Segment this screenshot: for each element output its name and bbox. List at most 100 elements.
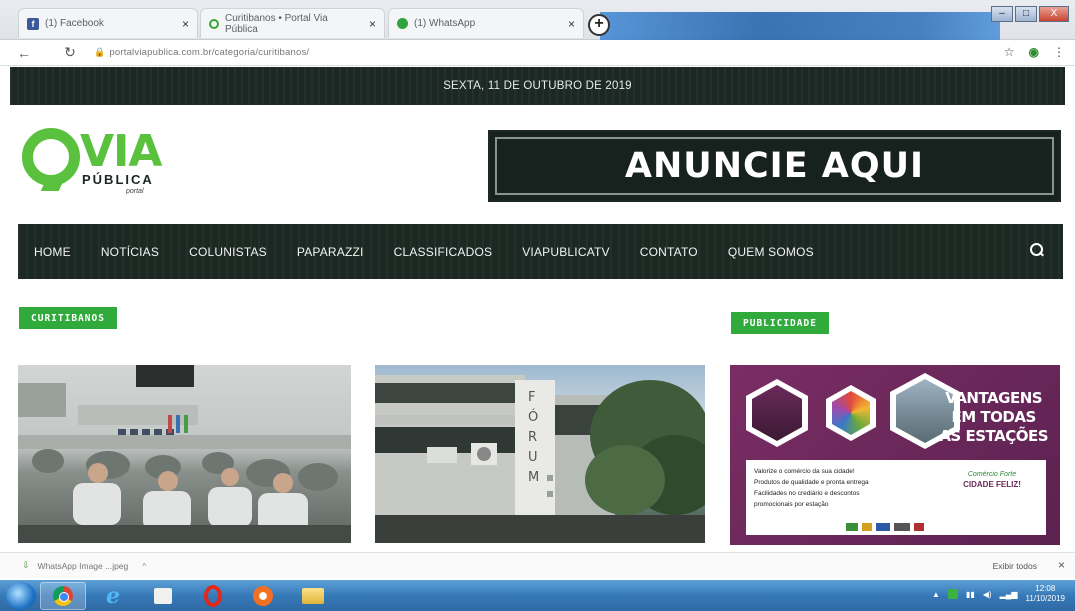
tab-label: (1) WhatsApp (414, 18, 476, 29)
taskbar-media[interactable] (240, 582, 286, 610)
taskbar-chrome[interactable] (40, 581, 86, 610)
ad-campaign-logo: Comércio Forte CIDADE FELIZ! (946, 470, 1038, 490)
windows-taskbar: e ▲ ▮▮ ◀) ▂▄▆ 12:08 11/10/2019 (0, 580, 1075, 611)
nav-viapublicatv[interactable]: VIAPUBLICATV (507, 245, 625, 259)
url-field[interactable]: 🔒 portalviapublica.com.br/categoria/curit… (94, 47, 309, 58)
taskbar-folder[interactable] (290, 582, 336, 610)
clock[interactable]: 12:08 11/10/2019 (1026, 584, 1065, 604)
url-text: portalviapublica.com.br/categoria/curiti… (109, 47, 310, 58)
close-icon[interactable]: × (369, 17, 376, 31)
lock-icon: 🔒 (94, 47, 106, 57)
chevron-up-icon[interactable]: ^ (142, 561, 146, 571)
sponsor-logo (862, 523, 872, 531)
nav-colunistas[interactable]: COLUNISTAS (174, 245, 282, 259)
forum-building-illustration: F Ó R U M (375, 375, 705, 543)
search-icon[interactable] (1030, 243, 1043, 256)
window-controls: – □ X (991, 6, 1069, 22)
tab-whatsapp[interactable]: (1) WhatsApp × (388, 8, 584, 38)
taskbar-file[interactable] (140, 582, 186, 610)
ad-logo-small: Comércio Forte (967, 471, 1017, 478)
download-bar: ⇩ WhatsApp Image ...jpeg ^ Exibir todos … (0, 552, 1075, 578)
header-ad-banner[interactable]: ANUNCIE AQUI (488, 130, 1061, 202)
signal-icon[interactable]: ▂▄▆ (1000, 590, 1018, 599)
tray-expand-icon[interactable]: ▲ (932, 590, 940, 599)
reload-icon[interactable]: ↻ (60, 44, 80, 61)
address-bar-actions: ☆ ◉ ⋮ (1004, 45, 1065, 59)
ad-hex-colors (826, 385, 876, 441)
ad-info-box: Valorize o comércio da sua cidade! Produ… (746, 460, 1046, 535)
browser-tab-bar: f (1) Facebook × Curitibanos • Portal Vi… (0, 0, 1075, 40)
minimize-button[interactable]: – (991, 6, 1013, 22)
extension-icon[interactable]: ◉ (1029, 45, 1039, 59)
clock-date: 11/10/2019 (1025, 594, 1065, 603)
network-icon[interactable]: ▮▮ (966, 590, 975, 599)
volume-icon[interactable]: ◀) (983, 590, 992, 599)
nav-noticias[interactable]: NOTÍCIAS (86, 245, 174, 259)
new-tab-button[interactable]: + (588, 14, 610, 36)
ad-logo-big: CIDADE FELIZ! (963, 480, 1021, 489)
address-bar: ← ↻ 🔒 portalviapublica.com.br/categoria/c… (0, 40, 1075, 66)
chrome-icon (53, 585, 73, 606)
banner-text: ANUNCIE AQUI (495, 137, 1054, 195)
ad-line: promocionais por estação (754, 501, 829, 508)
ad-headline-line: VANTAGENS (945, 389, 1043, 407)
svg-text:Ó: Ó (528, 409, 538, 425)
internet-explorer-icon: e (106, 582, 120, 609)
show-all-downloads-button[interactable]: Exibir todos (993, 561, 1037, 571)
download-file-icon: ⇩ (22, 560, 30, 570)
close-download-bar-icon[interactable]: × (1058, 558, 1065, 572)
nav-classificados[interactable]: CLASSIFICADOS (379, 245, 508, 259)
ad-headline-line: EM TODAS (951, 408, 1037, 426)
tab-label: (1) Facebook (45, 18, 104, 29)
svg-text:M: M (528, 470, 539, 485)
nav-paparazzi[interactable]: PAPARAZZI (282, 245, 379, 259)
opera-icon (204, 584, 222, 607)
close-icon[interactable]: × (182, 17, 189, 31)
file-icon (154, 587, 172, 604)
whatsapp-icon (397, 18, 408, 29)
facebook-icon: f (27, 17, 39, 30)
star-icon[interactable]: ☆ (1004, 45, 1015, 59)
svg-text:F: F (528, 390, 535, 405)
sponsor-logo (914, 523, 924, 531)
svg-text:U: U (528, 450, 538, 465)
media-player-icon (253, 585, 273, 606)
nav-home[interactable]: HOME (18, 245, 86, 259)
main-nav: HOME NOTÍCIAS COLUNISTAS PAPARAZZI CLASS… (18, 224, 1063, 279)
download-filename[interactable]: WhatsApp Image ...jpeg (38, 561, 129, 571)
site-logo[interactable]: VIA PÚBLICA portal (22, 122, 162, 197)
close-icon[interactable]: × (568, 17, 575, 31)
menu-icon[interactable]: ⋮ (1053, 45, 1065, 59)
clock-time: 12:08 (1035, 584, 1056, 593)
start-button[interactable] (6, 581, 36, 610)
news-image-council-meeting[interactable] (18, 365, 351, 543)
tab-label: Curitibanos • Portal Via Pública (224, 12, 328, 35)
tray-app-icon[interactable] (947, 589, 958, 599)
logo-portal-text: portal (126, 188, 144, 195)
logo-publica-text: PÚBLICA (82, 172, 154, 187)
sponsor-logo (876, 523, 890, 531)
svg-text:R: R (528, 430, 537, 445)
tab-facebook[interactable]: f (1) Facebook × (18, 8, 198, 38)
folder-icon (302, 587, 324, 604)
taskbar-ie[interactable]: e (90, 582, 136, 610)
date-text: SEXTA, 11 DE OUTUBRO DE 2019 (443, 80, 632, 92)
close-window-button[interactable]: X (1039, 6, 1069, 22)
council-meeting-illustration (18, 365, 351, 543)
via-publica-favicon (209, 18, 219, 29)
tabbar-background (600, 12, 1000, 40)
system-tray: ▲ ▮▮ ◀) ▂▄▆ 12:08 11/10/2019 (932, 584, 1065, 604)
nav-quem-somos[interactable]: QUEM SOMOS (713, 245, 829, 259)
maximize-button[interactable]: □ (1015, 6, 1037, 22)
tab-via-publica[interactable]: Curitibanos • Portal Via Pública × (200, 8, 385, 38)
taskbar-opera[interactable] (190, 582, 236, 610)
news-image-forum-building[interactable]: F Ó R U M (375, 365, 705, 543)
sponsor-logo (894, 523, 910, 531)
sidebar-advertisement[interactable]: VANTAGENS EM TODAS AS ESTAÇÕES Valorize … (730, 365, 1060, 545)
ad-headline: VANTAGENS EM TODAS AS ESTAÇÕES (939, 389, 1048, 446)
nav-contato[interactable]: CONTATO (625, 245, 713, 259)
category-label[interactable]: CURITIBANOS (19, 307, 117, 329)
ad-hex-shopping (746, 379, 808, 447)
back-arrow-icon[interactable]: ← (14, 45, 34, 61)
logo-via-text: VIA (80, 126, 162, 177)
